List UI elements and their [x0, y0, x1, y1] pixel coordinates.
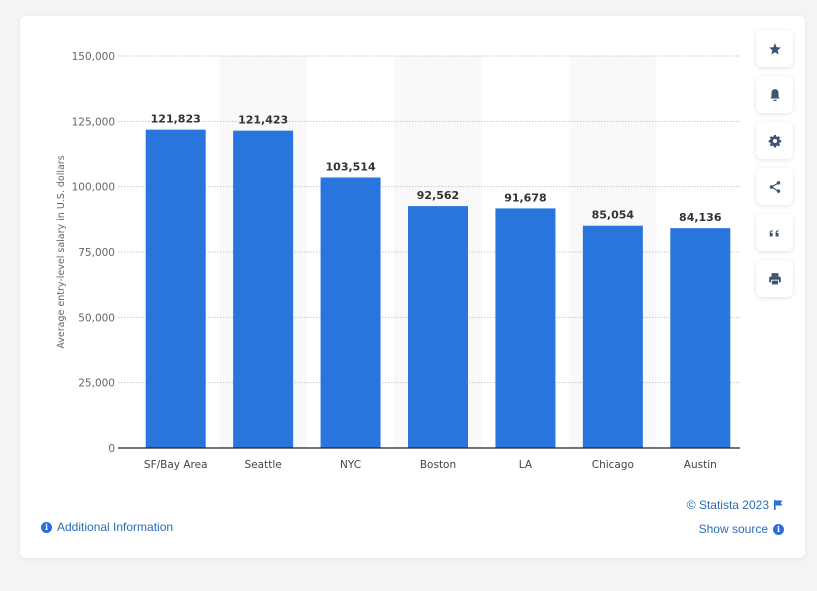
show-source-label: Show source — [698, 522, 768, 536]
bar-seattle — [233, 130, 294, 449]
x-tick-label: Seattle — [245, 459, 282, 471]
y-axis-label: Average entry-level salary in U.S. dolla… — [56, 155, 67, 348]
bar-la — [495, 208, 556, 448]
data-label: 92,562 — [417, 189, 459, 202]
x-tick-label: Austin — [684, 459, 717, 471]
x-tick-label: NYC — [340, 459, 361, 471]
share-button[interactable] — [756, 168, 793, 205]
data-label: 84,136 — [679, 211, 722, 224]
x-tick-label: SF/Bay Area — [144, 459, 208, 471]
share-icon — [769, 180, 780, 193]
settings-button[interactable] — [756, 122, 793, 159]
x-tick-label: LA — [519, 459, 533, 471]
chart-card: 0 25,000 50,000 75,000 100,000 125,000 150,000… — [20, 16, 805, 558]
print-icon — [768, 272, 781, 285]
x-tick-label: Boston — [420, 459, 456, 471]
data-label: 121,823 — [151, 113, 201, 126]
statista-copyright-link[interactable]: © Statista 2023 — [687, 498, 783, 512]
print-button[interactable] — [756, 260, 793, 297]
data-label: 103,514 — [326, 160, 376, 173]
bell-icon — [769, 88, 780, 101]
x-tick-label: Chicago — [592, 459, 634, 471]
bar-sf-bay-area — [145, 129, 206, 448]
bar-austin — [670, 228, 731, 448]
cite-button[interactable] — [756, 214, 793, 251]
info-icon: i — [41, 521, 52, 533]
info-icon: i — [773, 523, 784, 535]
flag-icon — [774, 500, 783, 510]
data-label: 85,054 — [592, 209, 635, 222]
y-tick-label: 50,000 — [78, 312, 115, 324]
copyright-label: © Statista 2023 — [686, 498, 769, 512]
y-tick-label: 25,000 — [78, 378, 115, 390]
y-tick-label: 0 — [108, 443, 115, 455]
favorite-button[interactable] — [756, 30, 793, 67]
bar-boston — [408, 206, 468, 448]
data-label: 121,423 — [238, 114, 288, 127]
additional-information-label: Additional Information — [57, 520, 174, 534]
gear-icon — [768, 134, 781, 147]
y-tick-label: 75,000 — [78, 247, 115, 259]
y-tick-label: 150,000 — [72, 51, 115, 63]
quote-icon — [769, 229, 778, 236]
data-label: 91,678 — [504, 191, 546, 204]
bar-nyc — [320, 177, 381, 449]
star-icon — [768, 42, 781, 54]
bar-chicago — [582, 225, 643, 448]
notification-button[interactable] — [756, 76, 793, 113]
additional-information-link[interactable]: i Additional Information — [41, 520, 173, 534]
show-source-link[interactable]: Show source i — [699, 522, 784, 536]
y-tick-label: 125,000 — [72, 116, 115, 128]
y-tick-label: 100,000 — [72, 182, 115, 194]
